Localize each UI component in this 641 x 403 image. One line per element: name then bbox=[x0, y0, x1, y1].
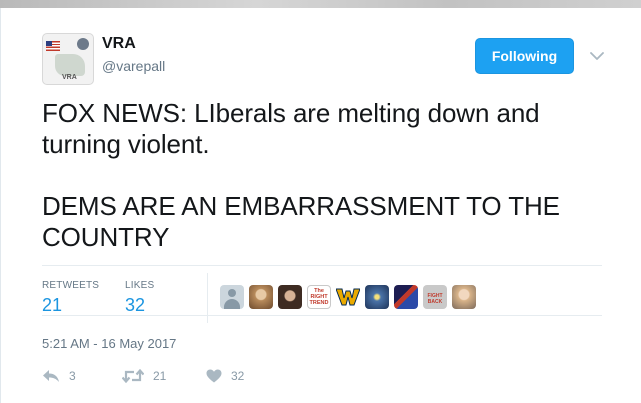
fight-back-avatar[interactable]: FIGHT BACK bbox=[423, 285, 447, 309]
retweets-count: 21 bbox=[42, 295, 63, 315]
likes-label: LIKES bbox=[125, 280, 155, 291]
likes-stat[interactable]: LIKES 32 bbox=[125, 280, 154, 316]
map-icon bbox=[55, 54, 85, 76]
the-right-trend-logo-avatar[interactable]: The RIGHT TREND bbox=[307, 285, 331, 309]
background-strip bbox=[0, 0, 641, 8]
stats-top-divider bbox=[42, 265, 602, 266]
retweet-icon bbox=[122, 369, 144, 383]
stats-bottom-divider bbox=[42, 315, 602, 316]
chevron-down-icon[interactable] bbox=[587, 46, 607, 66]
like-button[interactable]: 32 bbox=[206, 365, 244, 387]
tweet-timestamp[interactable]: 5:21 AM - 16 May 2017 bbox=[42, 336, 176, 351]
wv-logo-avatar[interactable] bbox=[336, 285, 360, 309]
user-handle[interactable]: @varepall bbox=[102, 58, 165, 74]
tweet-card: VRA VRA @varepall Following FOX NEWS: LI… bbox=[0, 8, 641, 403]
reply-count: 3 bbox=[69, 369, 76, 383]
flag-icon bbox=[46, 41, 60, 51]
retweets-label: RETWEETS bbox=[42, 280, 100, 291]
emblem-icon bbox=[77, 38, 89, 50]
avatar-text: VRA bbox=[62, 74, 77, 81]
user-avatar[interactable]: VRA bbox=[42, 33, 94, 85]
retweet-count: 21 bbox=[153, 369, 167, 383]
favoriter-avatar[interactable] bbox=[365, 285, 389, 309]
favoriter-avatar[interactable] bbox=[249, 285, 273, 309]
like-count: 32 bbox=[231, 369, 245, 383]
likes-count: 32 bbox=[125, 295, 146, 315]
reply-icon bbox=[43, 370, 59, 382]
tweet-text: FOX NEWS: LIberals are melting down and … bbox=[42, 98, 560, 252]
display-name[interactable]: VRA bbox=[102, 35, 136, 53]
retweets-stat[interactable]: RETWEETS 21 bbox=[42, 280, 99, 316]
following-button[interactable]: Following bbox=[475, 38, 574, 74]
favoriter-avatar[interactable] bbox=[394, 285, 418, 309]
wv-logo-icon bbox=[336, 288, 360, 306]
favoriter-avatar[interactable] bbox=[278, 285, 302, 309]
default-avatar-icon[interactable] bbox=[220, 285, 244, 309]
reply-button[interactable]: 3 bbox=[42, 365, 76, 387]
favoriter-avatar[interactable] bbox=[452, 285, 476, 309]
heart-icon bbox=[206, 369, 222, 383]
retweet-button[interactable]: 21 bbox=[122, 365, 166, 387]
